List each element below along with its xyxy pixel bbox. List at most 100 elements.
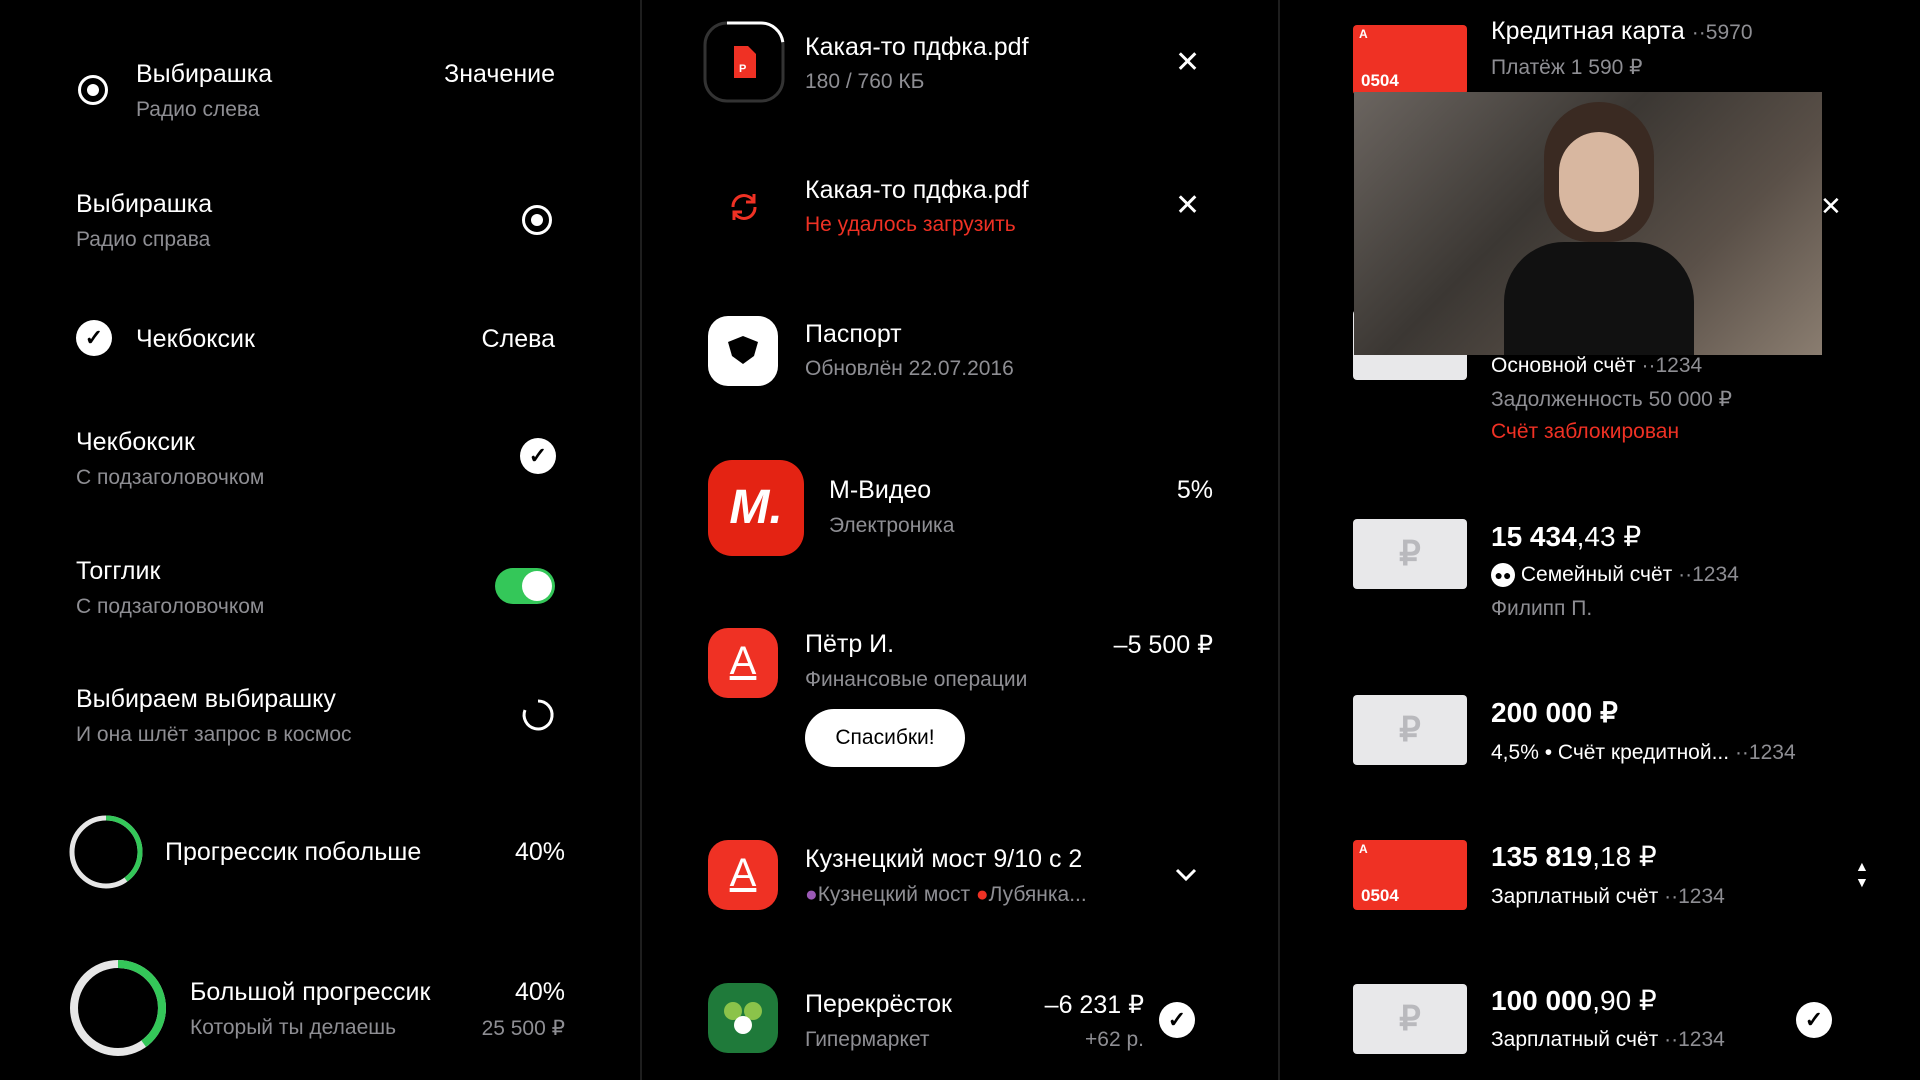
chevron-down-icon[interactable]: [1174, 866, 1198, 882]
credit-title: Кредитная карта ··5970: [1491, 17, 1753, 46]
family-amount: 15 434,43 ₽: [1491, 520, 1641, 553]
radio-right-title: Выбирашка: [76, 190, 213, 218]
credit-account-suffix: ··1234: [1734, 741, 1796, 764]
checkbox-right-title: Чекбоксик: [76, 428, 195, 456]
credit-card-image: A 0504: [1353, 25, 1467, 95]
left-column: Выбирашка Радио слева Значение Выбирашка…: [0, 0, 640, 1080]
retry-icon[interactable]: [727, 190, 761, 224]
file-upload-progress: P: [703, 21, 785, 103]
emblem-icon: [728, 336, 758, 364]
overlay-close-icon[interactable]: ✕: [1820, 191, 1842, 222]
progress-small-value: 40%: [514, 838, 565, 866]
family-amount-cents: ,43 ₽: [1576, 521, 1642, 552]
perekrestok-amount: –6 231 ₽: [1044, 991, 1144, 1019]
salary2-amount: 100 000,90 ₽: [1491, 984, 1657, 1017]
radio-left-subtitle: Радио слева: [136, 98, 260, 121]
family-owner: Филипп П.: [1491, 597, 1593, 620]
toggle-subtitle: С подзаголовочком: [76, 595, 265, 618]
salary1-title-text: Зарплатный счёт: [1491, 885, 1659, 908]
salary1-title: Зарплатный счёт ··1234: [1491, 885, 1725, 909]
checkbox-left-title: Чекбоксик: [136, 325, 255, 353]
progress-big-subtitle: Который ты делаешь: [190, 1016, 397, 1039]
perekrestok-title: Перекрёсток: [805, 990, 952, 1018]
loader-title: Выбираем выбирашку: [76, 685, 336, 713]
perekrestok-subtitle: Гипермаркет: [805, 1028, 930, 1051]
checkbox-right-subtitle: С подзаголовочком: [76, 466, 265, 489]
progress-big-amount: 25 500 ₽: [481, 1017, 565, 1040]
right-column: A 0504 Кредитная карта ··5970 Платёж 1 59…: [1280, 0, 1920, 1080]
radio-left-value: Значение: [444, 60, 555, 88]
progress-big-value: 40%: [514, 978, 565, 1006]
mvideo-value: 5%: [1176, 476, 1213, 504]
metro-station-1: Кузнецкий мост: [817, 883, 971, 906]
salary2-suffix: ··1234: [1664, 1028, 1725, 1051]
salary1-card: A 0504: [1353, 840, 1467, 910]
passport-title: Паспорт: [805, 320, 902, 348]
petr-title: Пётр И.: [805, 630, 895, 658]
checkbox-left[interactable]: ✓: [76, 320, 112, 356]
toggle-switch[interactable]: [495, 568, 555, 604]
sort-icon[interactable]: ▲ ▼: [1855, 858, 1869, 890]
metro-dot-2: ●: [975, 883, 989, 906]
video-call-overlay[interactable]: [1354, 92, 1822, 355]
salary2-amount-cents: ,90 ₽: [1592, 985, 1657, 1016]
credit-account-title-text: 4,5% • Счёт кредитной...: [1491, 741, 1730, 764]
salary2-amount-int: 100 000: [1491, 985, 1593, 1016]
thanks-button[interactable]: Спасибки!: [805, 709, 965, 767]
radio-left-title: Выбирашка: [136, 60, 273, 88]
main-account-suffix: ··1234: [1641, 354, 1703, 377]
salary2-check[interactable]: ✓: [1796, 1002, 1832, 1038]
file2-name: Какая-то пдфка.pdf: [805, 176, 1029, 204]
family-suffix: ··1234: [1678, 563, 1739, 586]
credit-account-title: 4,5% • Счёт кредитной... ··1234: [1491, 741, 1796, 765]
progress-small-ring: [69, 815, 143, 889]
video-person: [1504, 102, 1694, 355]
kuznetsky-title: Кузнецкий мост 9/10 с 2: [805, 845, 1083, 873]
credit-suffix: ··5970: [1691, 21, 1753, 44]
family-title: ●● Семейный счёт ··1234: [1491, 563, 1739, 588]
credit-subtitle: Платёж 1 590 ₽: [1491, 56, 1643, 79]
kuznetsky-metro: ●Кузнецкий мост ●Лубянка...: [805, 883, 1087, 907]
perekrestok-check[interactable]: ✓: [1159, 1002, 1195, 1038]
salary1-amount: 135 819,18 ₽: [1491, 840, 1657, 873]
checkbox-left-value: Слева: [481, 325, 555, 353]
mvideo-subtitle: Электроника: [829, 514, 955, 537]
spinner-icon: [522, 699, 554, 731]
salary1-amount-cents: ,18 ₽: [1592, 841, 1657, 872]
metro-station-2: Лубянка...: [988, 883, 1087, 906]
svg-text:P: P: [739, 63, 746, 75]
radio-right-subtitle: Радио справа: [76, 228, 211, 251]
metro-dot-1: ●: [805, 883, 818, 906]
credit-account-card: ₽: [1353, 695, 1467, 765]
loader-subtitle: И она шлёт запрос в космос: [76, 723, 352, 746]
progress-small-title: Прогрессик побольше: [165, 838, 422, 866]
credit-account-amount: 200 000 ₽: [1491, 697, 1618, 728]
perekrestok-logo: [708, 983, 778, 1053]
radio-left[interactable]: [78, 75, 108, 105]
salary2-title: Зарплатный счёт ··1234: [1491, 1028, 1725, 1052]
salary2-title-text: Зарплатный счёт: [1491, 1028, 1659, 1051]
petr-subtitle: Финансовые операции: [805, 668, 1028, 691]
perekrestok-cashback: +62 р.: [1085, 1028, 1144, 1051]
file1-size: 180 / 760 КБ: [805, 70, 925, 93]
radio-right[interactable]: [522, 205, 552, 235]
file2-close-icon[interactable]: ✕: [1175, 188, 1200, 223]
passport-subtitle: Обновлён 22.07.2016: [805, 357, 1014, 380]
main-account-blocked: Счёт заблокирован: [1491, 420, 1680, 443]
mvideo-logo: М.: [708, 460, 804, 556]
checkbox-right[interactable]: ✓: [520, 438, 556, 474]
file1-name: Какая-то пдфка.pdf: [805, 33, 1029, 61]
main-account-debt: Задолженность 50 000 ₽: [1491, 388, 1733, 411]
salary2-card: ₽: [1353, 984, 1467, 1054]
salary1-suffix: ··1234: [1664, 885, 1725, 908]
progress-big-title: Большой прогрессик: [190, 978, 431, 1006]
family-title-text: Семейный счёт: [1520, 563, 1673, 586]
middle-column: P Какая-то пдфка.pdf 180 / 760 КБ ✕ Кака…: [642, 0, 1278, 1080]
alfa-logo: А: [708, 628, 778, 698]
alfa-logo-2: А: [708, 840, 778, 910]
file1-close-icon[interactable]: ✕: [1175, 45, 1200, 80]
petr-amount: –5 500 ₽: [1113, 631, 1213, 659]
progress-big-ring: [70, 960, 166, 1056]
main-account-title: Основной счёт ··1234: [1491, 354, 1702, 378]
file2-error: Не удалось загрузить: [805, 213, 1016, 236]
